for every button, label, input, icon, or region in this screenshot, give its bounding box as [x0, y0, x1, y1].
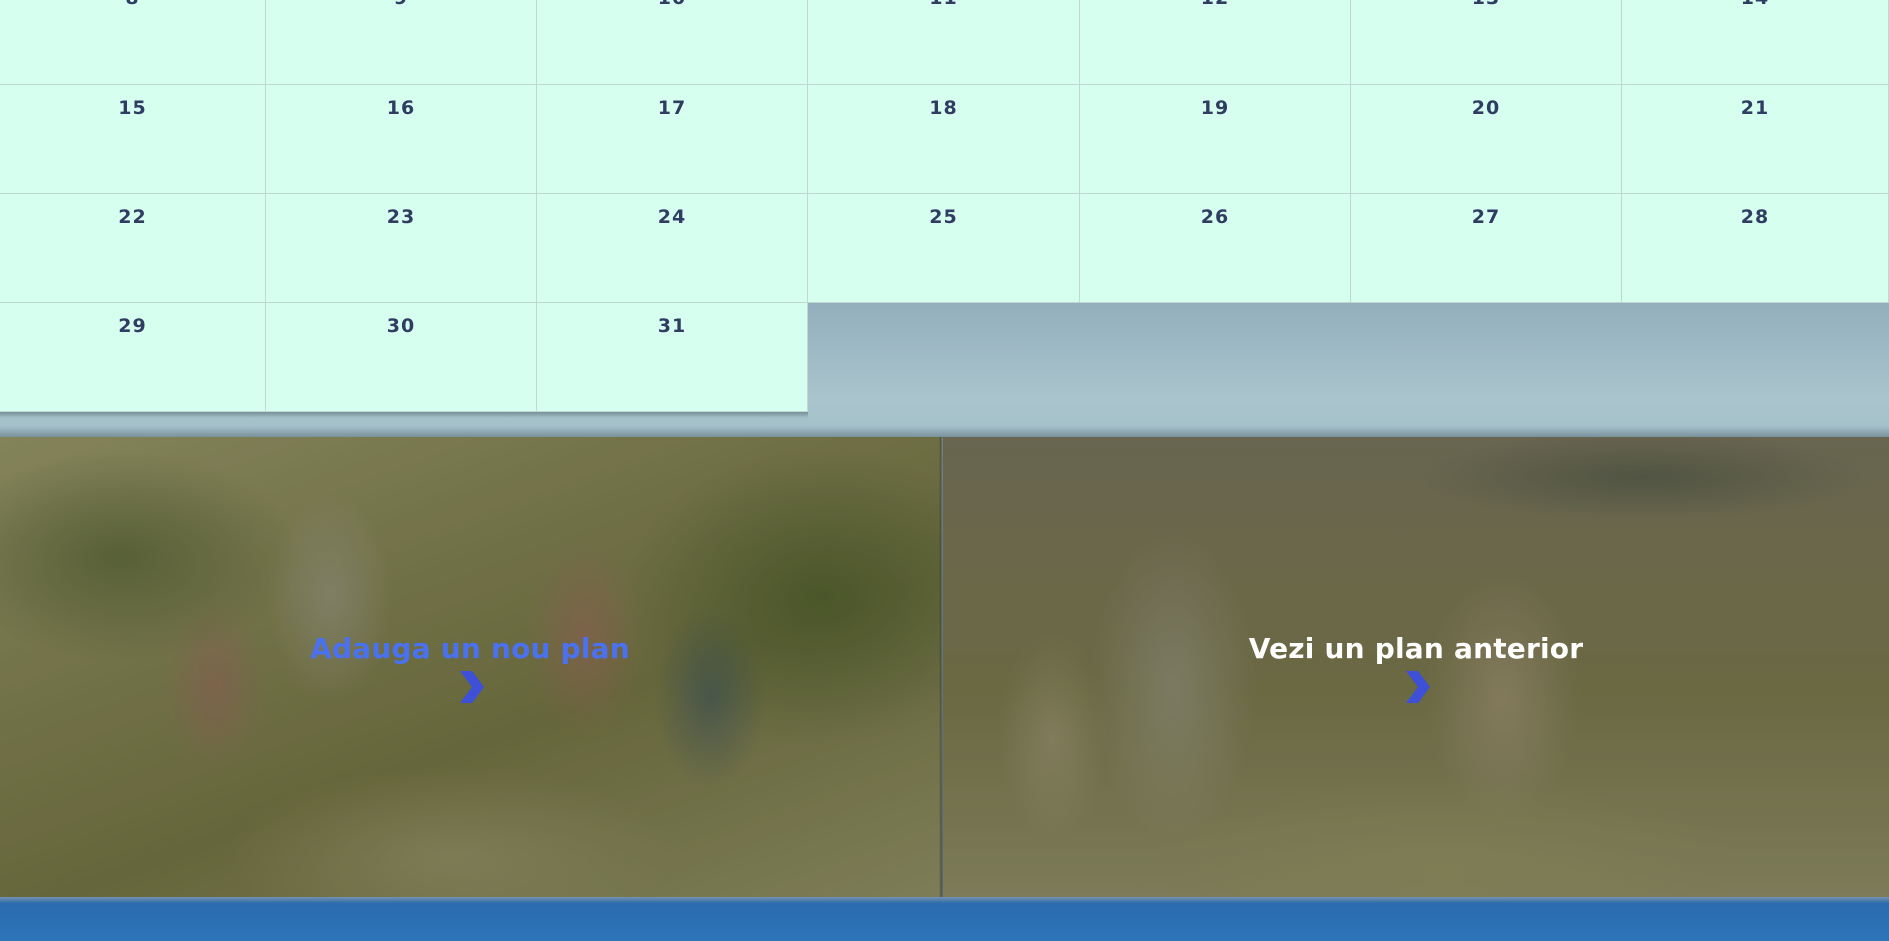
add-plan-panel[interactable]: Adauga un nou plan — [0, 437, 941, 897]
day-number: 8 — [0, 0, 265, 9]
day-number: 19 — [1200, 97, 1230, 119]
add-plan-link[interactable]: Adauga un nou plan — [0, 632, 940, 705]
calendar-day-cell[interactable]: 23 — [266, 194, 537, 303]
calendar-day-cell[interactable]: 15 — [0, 85, 266, 194]
calendar-day-cell[interactable]: 24 — [537, 194, 808, 303]
day-number: 16 — [386, 97, 416, 119]
day-number: 29 — [118, 315, 147, 337]
day-number: 9 — [266, 0, 536, 9]
calendar-day-cell[interactable]: 14 — [1622, 0, 1889, 85]
chevron-right-icon — [1406, 671, 1430, 703]
day-number: 10 — [537, 0, 807, 9]
calendar-day-cell[interactable]: 17 — [537, 85, 808, 194]
day-number: 18 — [929, 97, 958, 119]
calendar-day-cell[interactable]: 12 — [1080, 0, 1351, 85]
day-number: 28 — [1740, 206, 1770, 228]
calendar-day-cell[interactable]: 26 — [1080, 194, 1351, 303]
day-number: 23 — [386, 206, 416, 228]
day-number: 26 — [1200, 206, 1230, 228]
calendar-day-cell[interactable]: 18 — [808, 85, 1080, 194]
day-number: 31 — [657, 315, 687, 337]
calendar-day-cell[interactable]: 25 — [808, 194, 1080, 303]
calendar-day-cell[interactable]: 8 — [0, 0, 266, 85]
calendar-day-cell[interactable]: 21 — [1622, 85, 1889, 194]
calendar-day-cell[interactable]: 19 — [1080, 85, 1351, 194]
day-number: 25 — [929, 206, 958, 228]
footer-bar — [0, 897, 1889, 941]
day-number: 27 — [1471, 206, 1501, 228]
calendar-day-cell[interactable]: 11 — [808, 0, 1080, 85]
calendar-day-cell[interactable]: 27 — [1351, 194, 1622, 303]
calendar-day-cell[interactable]: 30 — [266, 303, 537, 412]
calendar-day-cell[interactable]: 22 — [0, 194, 266, 303]
view-plan-link[interactable]: Vezi un plan anterior — [943, 632, 1889, 705]
day-number: 22 — [118, 206, 147, 228]
calendar-day-cell[interactable]: 13 — [1351, 0, 1622, 85]
calendar-day-cell[interactable]: 9 — [266, 0, 537, 85]
day-number: 11 — [808, 0, 1079, 9]
day-number: 14 — [1622, 0, 1888, 9]
day-number: 13 — [1351, 0, 1621, 9]
day-number: 17 — [657, 97, 687, 119]
calendar-grid: 8 9 10 11 12 13 14 15 16 17 18 19 20 21 … — [0, 0, 1889, 412]
day-number: 21 — [1740, 97, 1770, 119]
view-plan-panel[interactable]: Vezi un plan anterior — [943, 437, 1889, 897]
view-plan-label: Vezi un plan anterior — [1248, 632, 1584, 665]
day-number: 12 — [1080, 0, 1350, 9]
day-number: 30 — [386, 315, 416, 337]
add-plan-label: Adauga un nou plan — [310, 632, 630, 665]
chevron-right-icon — [460, 671, 484, 703]
calendar-day-cell[interactable]: 31 — [537, 303, 808, 412]
calendar-day-cell[interactable]: 20 — [1351, 85, 1622, 194]
calendar-day-cell[interactable]: 28 — [1622, 194, 1889, 303]
calendar-day-cell[interactable]: 29 — [0, 303, 266, 412]
calendar-day-cell[interactable]: 16 — [266, 85, 537, 194]
day-number: 15 — [118, 97, 147, 119]
calendar-day-cell[interactable]: 10 — [537, 0, 808, 85]
calendar-shadow — [0, 412, 808, 418]
day-number: 20 — [1471, 97, 1501, 119]
day-number: 24 — [657, 206, 687, 228]
